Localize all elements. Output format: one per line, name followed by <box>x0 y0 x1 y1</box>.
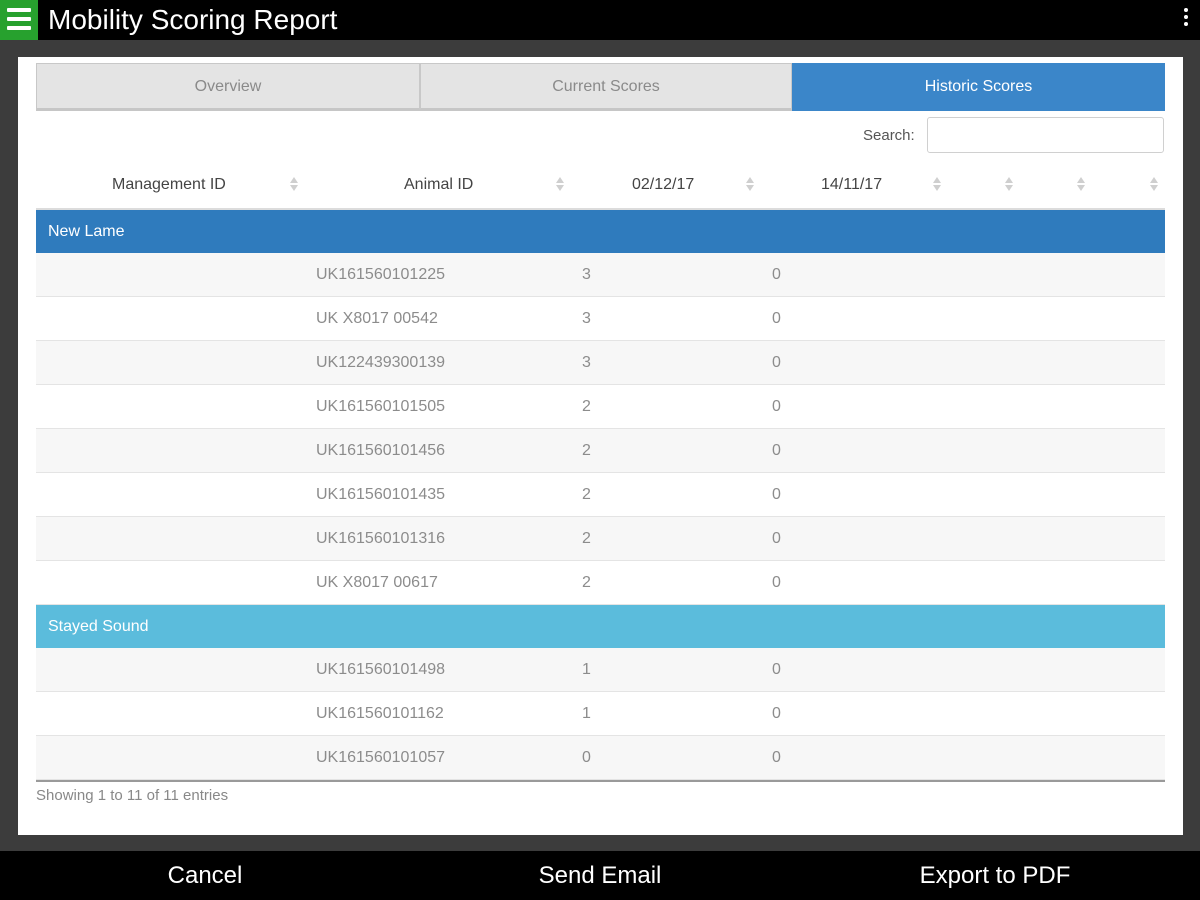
score-cell: 0 <box>772 398 781 415</box>
animal-id-cell: UK161560101456 <box>316 442 446 459</box>
scores-table: Management ID Animal ID 02/12/17 14/11/1… <box>36 162 1165 782</box>
sort-icon[interactable] <box>933 177 941 193</box>
score-cell: 0 <box>772 486 781 503</box>
app-title: Mobility Scoring Report <box>48 4 338 35</box>
report-card: Overview Current Scores Historic Scores … <box>18 57 1183 835</box>
score-cell: 0 <box>772 354 781 371</box>
entries-info: Showing 1 to 11 of 11 entries <box>36 787 229 804</box>
score-cell: 0 <box>582 749 591 766</box>
sort-icon[interactable] <box>746 177 754 193</box>
score-cell: 0 <box>772 661 781 678</box>
sort-icon[interactable] <box>1005 177 1013 193</box>
export-pdf-button[interactable]: Export to PDF <box>880 851 1110 900</box>
score-cell: 0 <box>772 310 781 327</box>
column-header-date-2[interactable]: 14/11/17 <box>821 162 882 208</box>
score-cell: 0 <box>772 705 781 722</box>
group-header-new-lame: New Lame <box>36 210 1165 253</box>
table-header: Management ID Animal ID 02/12/17 14/11/1… <box>36 162 1165 210</box>
animal-id-cell: UK161560101435 <box>316 486 446 503</box>
animal-id-cell: UK161560101057 <box>316 749 446 766</box>
column-header-management-id[interactable]: Management ID <box>112 162 226 208</box>
table-row[interactable]: UK122439300139 3 0 <box>36 341 1165 385</box>
sort-icon[interactable] <box>1077 177 1085 193</box>
table-row[interactable]: UK161560101057 0 0 <box>36 736 1165 780</box>
animal-id-cell: UK X8017 00617 <box>316 574 438 591</box>
sort-icon[interactable] <box>1150 177 1158 193</box>
search-input[interactable] <box>927 117 1164 153</box>
search-label: Search: <box>863 127 915 144</box>
score-cell: 2 <box>582 398 591 415</box>
tab-bar: Overview Current Scores Historic Scores <box>36 63 1165 111</box>
table-row[interactable]: UK X8017 00542 3 0 <box>36 297 1165 341</box>
score-cell: 0 <box>772 574 781 591</box>
tab-current-scores[interactable]: Current Scores <box>420 63 792 111</box>
score-cell: 2 <box>582 574 591 591</box>
table-row[interactable]: UK161560101316 2 0 <box>36 517 1165 561</box>
app-bar: Mobility Scoring Report <box>0 0 1200 40</box>
tab-historic-scores[interactable]: Historic Scores <box>792 63 1165 111</box>
table-row[interactable]: UK161560101435 2 0 <box>36 473 1165 517</box>
table-row[interactable]: UK161560101505 2 0 <box>36 385 1165 429</box>
animal-id-cell: UK X8017 00542 <box>316 310 438 327</box>
animal-id-cell: UK122439300139 <box>316 354 446 371</box>
score-cell: 0 <box>772 442 781 459</box>
animal-id-cell: UK161560101316 <box>316 530 446 547</box>
table-row[interactable]: UK161560101162 1 0 <box>36 692 1165 736</box>
hamburger-menu-icon[interactable] <box>0 0 38 40</box>
score-cell: 2 <box>582 530 591 547</box>
score-cell: 3 <box>582 354 591 371</box>
overflow-menu-icon[interactable] <box>1182 8 1190 32</box>
action-bar: Cancel Send Email Export to PDF <box>0 851 1200 900</box>
table-row[interactable]: UK161560101456 2 0 <box>36 429 1165 473</box>
score-cell: 1 <box>582 705 591 722</box>
animal-id-cell: UK161560101505 <box>316 398 446 415</box>
table-row[interactable]: UK X8017 00617 2 0 <box>36 561 1165 605</box>
table-row[interactable]: UK161560101498 1 0 <box>36 648 1165 692</box>
column-header-animal-id[interactable]: Animal ID <box>404 162 473 208</box>
score-cell: 0 <box>772 749 781 766</box>
cancel-button[interactable]: Cancel <box>105 851 305 900</box>
sort-icon[interactable] <box>290 177 298 193</box>
table-row[interactable]: UK161560101225 3 0 <box>36 253 1165 297</box>
score-cell: 2 <box>582 442 591 459</box>
tab-overview[interactable]: Overview <box>36 63 420 111</box>
table-bottom-border <box>36 780 1165 782</box>
column-header-date-1[interactable]: 02/12/17 <box>632 162 694 208</box>
score-cell: 0 <box>772 530 781 547</box>
animal-id-cell: UK161560101498 <box>316 661 446 678</box>
group-header-stayed-sound: Stayed Sound <box>36 605 1165 648</box>
score-cell: 1 <box>582 661 591 678</box>
animal-id-cell: UK161560101225 <box>316 266 446 283</box>
score-cell: 0 <box>772 266 781 283</box>
score-cell: 2 <box>582 486 591 503</box>
animal-id-cell: UK161560101162 <box>316 705 444 722</box>
score-cell: 3 <box>582 310 591 327</box>
score-cell: 3 <box>582 266 591 283</box>
send-email-button[interactable]: Send Email <box>500 851 700 900</box>
sort-icon[interactable] <box>556 177 564 193</box>
